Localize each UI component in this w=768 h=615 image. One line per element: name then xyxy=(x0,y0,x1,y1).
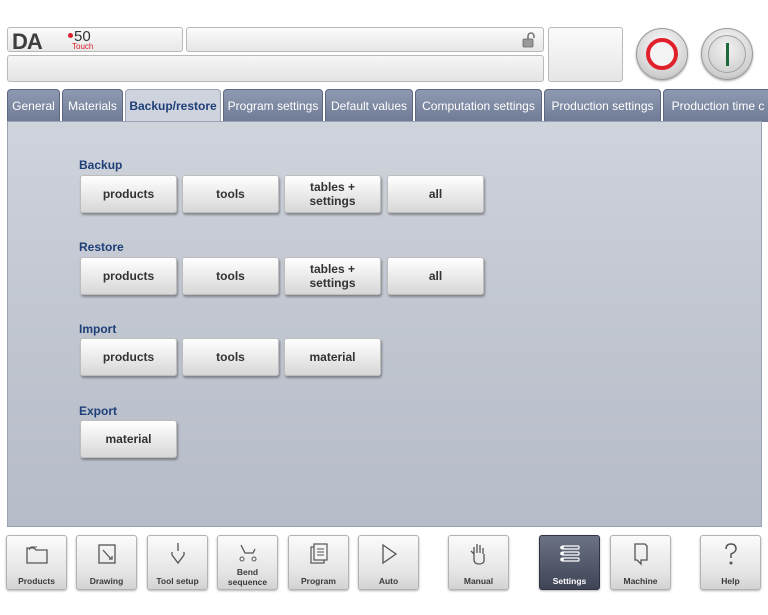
backup-tables-settings-button[interactable]: tables + settings xyxy=(284,175,381,213)
logo-da: DA xyxy=(12,29,43,54)
tab-program-settings[interactable]: Program settings xyxy=(223,89,323,122)
logo-touch: Touch xyxy=(72,42,94,51)
restore-title: Restore xyxy=(79,240,124,254)
backup-tools-button[interactable]: tools xyxy=(182,175,279,213)
nav-auto[interactable]: Auto xyxy=(358,535,419,590)
nav-bend-sequence-label: Bend sequence xyxy=(227,567,268,587)
logo: DA 50 Touch xyxy=(7,27,183,54)
tab-production-time[interactable]: Production time c xyxy=(663,89,768,122)
restore-products-button[interactable]: products xyxy=(80,257,177,295)
settings-tabs: General Materials Backup/restore Program… xyxy=(7,89,768,122)
import-material-button[interactable]: material xyxy=(284,338,381,376)
logo-dot xyxy=(68,33,73,38)
nav-machine[interactable]: Machine xyxy=(610,535,671,590)
nav-machine-label: Machine xyxy=(623,576,658,586)
stop-icon xyxy=(646,38,678,70)
machine-icon xyxy=(633,543,648,566)
nav-drawing[interactable]: Drawing xyxy=(76,535,137,590)
pencil-icon xyxy=(97,544,116,564)
program-icon xyxy=(309,543,328,564)
start-button[interactable] xyxy=(701,28,753,80)
nav-program-label: Program xyxy=(301,576,336,586)
nav-products[interactable]: Products xyxy=(6,535,67,590)
backup-title: Backup xyxy=(79,158,123,172)
tab-default-values[interactable]: Default values xyxy=(325,89,413,122)
bend-sequence-icon xyxy=(239,544,256,562)
hand-icon xyxy=(470,544,485,565)
nav-settings[interactable]: Settings xyxy=(539,535,600,590)
nav-program[interactable]: Program xyxy=(288,535,349,590)
nav-manual[interactable]: Manual xyxy=(448,535,509,590)
restore-tables-settings-button[interactable]: tables + settings xyxy=(284,257,381,295)
start-icon xyxy=(708,35,746,73)
status-bar-bottom xyxy=(7,55,544,82)
nav-tool-setup[interactable]: Tool setup xyxy=(147,535,208,590)
nav-bend-sequence[interactable]: Bend sequence xyxy=(217,535,278,590)
tool-setup-icon xyxy=(170,543,185,565)
nav-help-label: Help xyxy=(721,576,740,586)
nav-products-label: Products xyxy=(18,576,55,586)
unlock-icon[interactable] xyxy=(522,32,536,48)
nav-help[interactable]: Help xyxy=(700,535,761,590)
tab-general[interactable]: General xyxy=(7,89,60,122)
status-bar-top xyxy=(186,27,544,52)
tab-production-settings[interactable]: Production settings xyxy=(544,89,661,122)
folder-icon xyxy=(25,546,48,564)
restore-tools-button[interactable]: tools xyxy=(182,257,279,295)
nav-manual-label: Manual xyxy=(463,576,494,586)
tab-computation-settings[interactable]: Computation settings xyxy=(415,89,542,122)
nav-settings-label: Settings xyxy=(552,576,587,586)
restore-all-button[interactable]: all xyxy=(387,257,484,295)
import-title: Import xyxy=(79,322,117,336)
nav-tool-setup-label: Tool setup xyxy=(156,576,199,586)
status-box xyxy=(548,27,623,82)
stop-button[interactable] xyxy=(636,28,688,80)
backup-products-button[interactable]: products xyxy=(80,175,177,213)
start-bar xyxy=(726,43,729,66)
backup-restore-panel: Backup products tools tables + settings … xyxy=(7,121,762,527)
settings-list-icon xyxy=(559,545,580,562)
nav-drawing-label: Drawing xyxy=(89,576,124,586)
import-tools-button[interactable]: tools xyxy=(182,338,279,376)
play-icon xyxy=(381,543,397,565)
backup-all-button[interactable]: all xyxy=(387,175,484,213)
export-title: Export xyxy=(79,404,118,418)
tab-backup-restore[interactable]: Backup/restore xyxy=(125,89,221,122)
help-icon xyxy=(724,543,737,565)
nav-auto-label: Auto xyxy=(378,576,399,586)
export-material-button[interactable]: material xyxy=(80,420,177,458)
import-products-button[interactable]: products xyxy=(80,338,177,376)
tab-materials[interactable]: Materials xyxy=(62,89,123,122)
